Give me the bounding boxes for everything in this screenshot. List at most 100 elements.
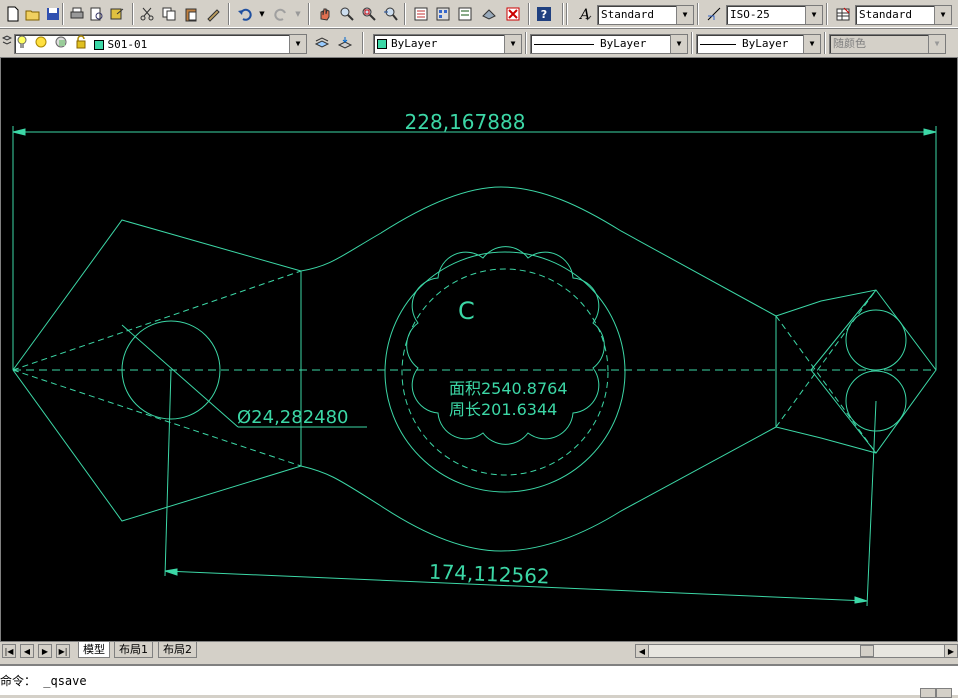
table-style-select[interactable]: Standard ▼ (855, 5, 952, 25)
zoom-realtime-icon[interactable] (336, 3, 358, 25)
drawing-canvas[interactable]: 228,167888 174,112562 Ø24,282480 C 面积254… (0, 57, 958, 642)
color-value: ByLayer (391, 37, 438, 50)
tab-layout1[interactable]: 布局1 (114, 642, 153, 658)
properties-icon[interactable] (410, 3, 432, 25)
sheetset-icon[interactable] (478, 3, 500, 25)
toolpalette-icon[interactable] (454, 3, 476, 25)
horizontal-scrollbar[interactable]: ◀ ▶ (635, 644, 958, 658)
plotstyle-value: 随颜色 (833, 37, 866, 50)
color-select[interactable]: ByLayer ▼ (373, 34, 522, 54)
zoom-previous-icon[interactable] (380, 3, 402, 25)
area-text: 面积2540.8764 (449, 379, 568, 398)
label-c: C (458, 297, 475, 325)
print-icon[interactable] (66, 3, 88, 25)
prev-tab-icon[interactable]: ◀ (20, 644, 34, 658)
plotstyle-select: 随颜色 ▼ (829, 34, 946, 54)
viewport-freeze-icon[interactable] (54, 35, 68, 53)
command-prompt: 命令： (0, 674, 37, 688)
first-tab-icon[interactable]: |◀ (2, 644, 16, 658)
new-icon[interactable] (2, 3, 24, 25)
chevron-down-icon[interactable]: ▼ (670, 35, 687, 53)
table-style-icon[interactable] (832, 3, 854, 25)
perimeter-text: 周长201.6344 (449, 400, 557, 419)
svg-text:?: ? (541, 8, 547, 21)
tab-layout2[interactable]: 布局2 (158, 642, 197, 658)
body-top-curve (300, 186, 777, 317)
designcenter-icon[interactable] (432, 3, 454, 25)
command-scroll-up[interactable] (920, 688, 936, 698)
linetype-preview (534, 43, 594, 45)
scroll-thumb[interactable] (860, 645, 874, 657)
tab-model[interactable]: 模型 (78, 642, 110, 658)
chevron-down-icon[interactable]: ▼ (805, 6, 822, 24)
ext-line-bottom-right (866, 400, 877, 607)
scroll-right-icon[interactable]: ▶ (944, 645, 957, 657)
dim-style-icon[interactable] (703, 3, 725, 25)
linetype-value: ByLayer (600, 37, 647, 50)
chevron-down-icon[interactable]: ▼ (504, 35, 521, 53)
text-style-select[interactable]: Standard ▼ (597, 5, 694, 25)
cut-icon[interactable] (136, 3, 158, 25)
dim-style-value: ISO-25 (730, 8, 770, 21)
drawing-svg: 228,167888 174,112562 Ø24,282480 C 面积254… (12, 110, 937, 607)
command-scroll-down[interactable] (936, 688, 952, 698)
zoom-window-icon[interactable] (358, 3, 380, 25)
diamond-top-left (810, 289, 877, 371)
chevron-down-icon[interactable]: ▼ (803, 35, 820, 53)
text-style-value: Standard (601, 8, 654, 21)
svg-text:A: A (578, 7, 590, 22)
lineweight-select[interactable]: ByLayer ▼ (696, 34, 821, 54)
left-outline-top (12, 219, 302, 371)
scroll-left-icon[interactable]: ◀ (636, 645, 649, 657)
dim-text-top: 228,167888 (405, 110, 526, 134)
center-outer-circle (384, 251, 626, 493)
dim-style-select[interactable]: ISO-25 ▼ (726, 5, 823, 25)
pan-icon[interactable] (314, 3, 336, 25)
command-line: 命令： _qsave (0, 672, 87, 689)
layer-select[interactable]: S01-01 ▼ (14, 34, 307, 54)
layer-manager-icon[interactable] (1, 34, 13, 52)
redo-icon[interactable] (270, 3, 292, 25)
preview-icon[interactable] (86, 3, 108, 25)
save-icon[interactable] (42, 3, 64, 25)
last-tab-icon[interactable]: ▶| (56, 644, 70, 658)
right-dashed-diag-1 (775, 315, 877, 454)
command-window[interactable]: 命令： _qsave (0, 664, 958, 698)
open-icon[interactable] (22, 3, 44, 25)
undo-dropdown-icon[interactable]: ▼ (256, 3, 268, 25)
dim-text-bottom: 174,112562 (428, 559, 550, 588)
sun-icon[interactable] (34, 35, 48, 53)
left-outline-bottom (12, 369, 302, 522)
diamond-bottom-left (810, 369, 877, 454)
body-bottom-curve (300, 426, 777, 552)
copy-icon[interactable] (158, 3, 180, 25)
chevron-down-icon[interactable]: ▼ (934, 6, 951, 24)
lightbulb-icon[interactable] (17, 35, 27, 53)
dim-text-diameter: Ø24,282480 (237, 407, 349, 428)
layers-toolbar: S01-01 ▼ ByLayer ▼ ByLayer ▼ ByLayer ▼ 随… (0, 28, 958, 57)
linetype-select[interactable]: ByLayer ▼ (530, 34, 688, 54)
next-tab-icon[interactable]: ▶ (38, 644, 52, 658)
publish-icon[interactable] (106, 3, 128, 25)
color-swatch (377, 39, 387, 49)
matchprop-icon[interactable] (202, 3, 224, 25)
lock-icon[interactable] (75, 35, 87, 53)
chevron-down-icon[interactable]: ▼ (676, 6, 693, 24)
standard-toolbar: ▼ ▼ ? A Standard ▼ ISO-25 ▼ Standard ▼ (0, 0, 958, 28)
markup-icon[interactable] (502, 3, 524, 25)
help-icon[interactable]: ? (533, 3, 555, 25)
table-style-value: Standard (859, 8, 912, 21)
layer-name: S01-01 (107, 38, 148, 51)
chevron-down-icon[interactable]: ▼ (289, 35, 306, 53)
lineweight-value: ByLayer (742, 37, 789, 50)
command-history: _qsave (43, 674, 87, 688)
layer-make-current-icon[interactable] (311, 32, 333, 54)
paste-icon[interactable] (180, 3, 202, 25)
undo-icon[interactable] (234, 3, 256, 25)
right-circle-top (845, 309, 907, 371)
layer-previous-icon[interactable] (334, 32, 356, 54)
ext-line-bottom-left (164, 369, 172, 577)
layer-color-swatch (93, 40, 104, 50)
redo-dropdown-icon[interactable]: ▼ (292, 3, 304, 25)
text-style-icon[interactable]: A (574, 3, 596, 25)
